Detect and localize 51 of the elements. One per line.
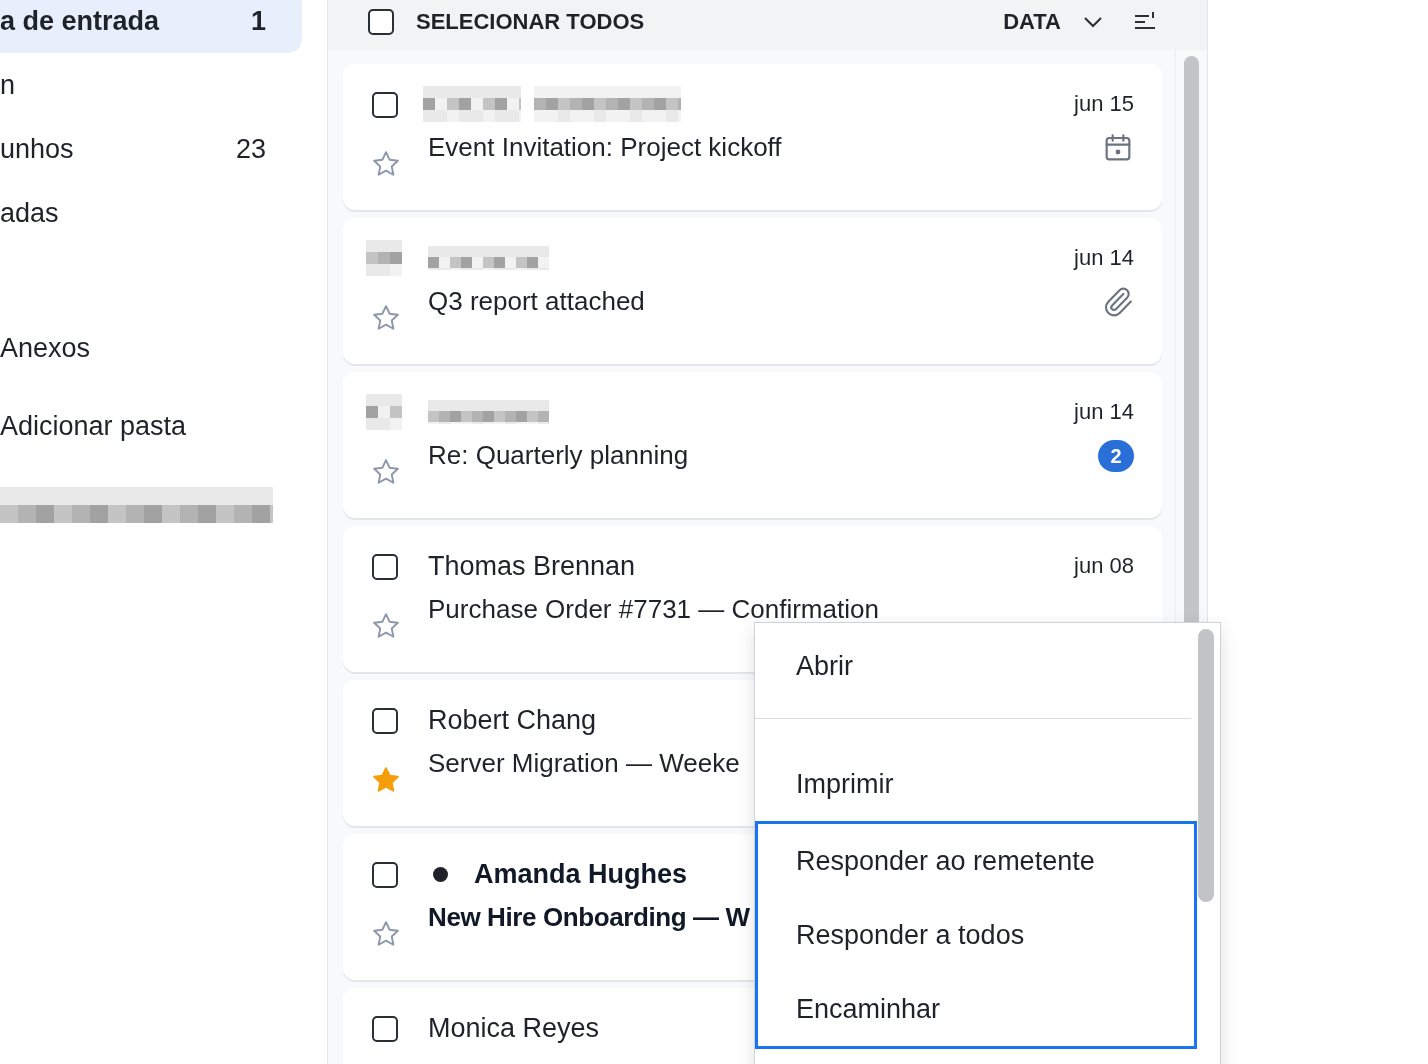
sort-label[interactable]: DATA bbox=[1003, 9, 1061, 35]
message-subject: Purchase Order #7731 — Confirmation bbox=[428, 594, 879, 625]
pixelated-avatar-drawing bbox=[366, 394, 402, 430]
paperclip-icon bbox=[1102, 286, 1134, 318]
message-subject: Event Invitation: Project kickoff bbox=[428, 132, 782, 163]
sidebar-link[interactable]: Adicionar pasta bbox=[0, 394, 302, 458]
sender-name: Monica Reyes bbox=[428, 1012, 600, 1044]
sender-name: Thomas Brennan bbox=[428, 550, 636, 582]
sender-name: Amanda Hughes bbox=[474, 858, 688, 890]
folder-item[interactable]: n bbox=[0, 53, 302, 117]
select-all-label[interactable]: SELECIONAR TODOS bbox=[416, 9, 645, 35]
sidebar-link[interactable]: Anexos bbox=[0, 316, 302, 380]
message-card[interactable]: jun 14 Re: Quarterly planning 2 bbox=[343, 372, 1162, 518]
star-icon[interactable] bbox=[371, 303, 401, 333]
chevron-down-icon[interactable] bbox=[1083, 16, 1103, 28]
count-badge: 2 bbox=[1098, 440, 1134, 472]
message-checkbox[interactable] bbox=[372, 554, 398, 580]
message-checkbox[interactable] bbox=[372, 708, 398, 734]
message-subject: Server Migration — Weeke bbox=[428, 748, 740, 779]
star-icon[interactable] bbox=[371, 765, 401, 795]
sort-icon[interactable] bbox=[1133, 12, 1157, 32]
star-icon[interactable] bbox=[371, 611, 401, 641]
message-checkbox[interactable] bbox=[372, 1016, 398, 1042]
message-subject: Q3 report attached bbox=[428, 286, 645, 317]
message-checkbox[interactable] bbox=[372, 862, 398, 888]
message-date: jun 08 bbox=[1074, 553, 1134, 579]
folder-item[interactable]: adas bbox=[0, 181, 302, 245]
folder-label: n bbox=[0, 69, 16, 101]
folder-count: 1 bbox=[250, 5, 266, 37]
folder-item[interactable]: unhos 23 bbox=[0, 117, 302, 181]
sender-name: Robert Chang bbox=[428, 704, 597, 736]
folder-label: adas bbox=[0, 197, 59, 229]
message-checkbox[interactable] bbox=[372, 92, 398, 118]
scrollbar-thumb[interactable] bbox=[1198, 629, 1214, 902]
message-subject: Re: Quarterly planning bbox=[428, 440, 689, 471]
star-icon[interactable] bbox=[371, 149, 401, 179]
message-subject: New Hire Onboarding — W bbox=[428, 902, 750, 933]
select-all-checkbox[interactable] bbox=[368, 9, 394, 35]
message-card[interactable]: jun 14 Q3 report attached bbox=[343, 218, 1162, 364]
pixelated-avatar-drawing bbox=[366, 240, 402, 276]
message-date: jun 14 bbox=[1074, 399, 1134, 425]
star-icon[interactable] bbox=[371, 919, 401, 949]
folder-count: 23 bbox=[235, 133, 266, 165]
folder-item[interactable]: a de entrada 1 bbox=[0, 0, 302, 53]
message-date: jun 15 bbox=[1074, 91, 1134, 117]
message-card[interactable]: jun 15 Event Invitation: Project kickoff bbox=[343, 64, 1162, 210]
folder-label: a de entrada bbox=[0, 5, 160, 37]
message-date: jun 14 bbox=[1074, 245, 1134, 271]
folder-label: unhos bbox=[0, 133, 74, 165]
star-icon[interactable] bbox=[371, 457, 401, 487]
menu-item[interactable]: Abrir bbox=[755, 629, 1191, 719]
